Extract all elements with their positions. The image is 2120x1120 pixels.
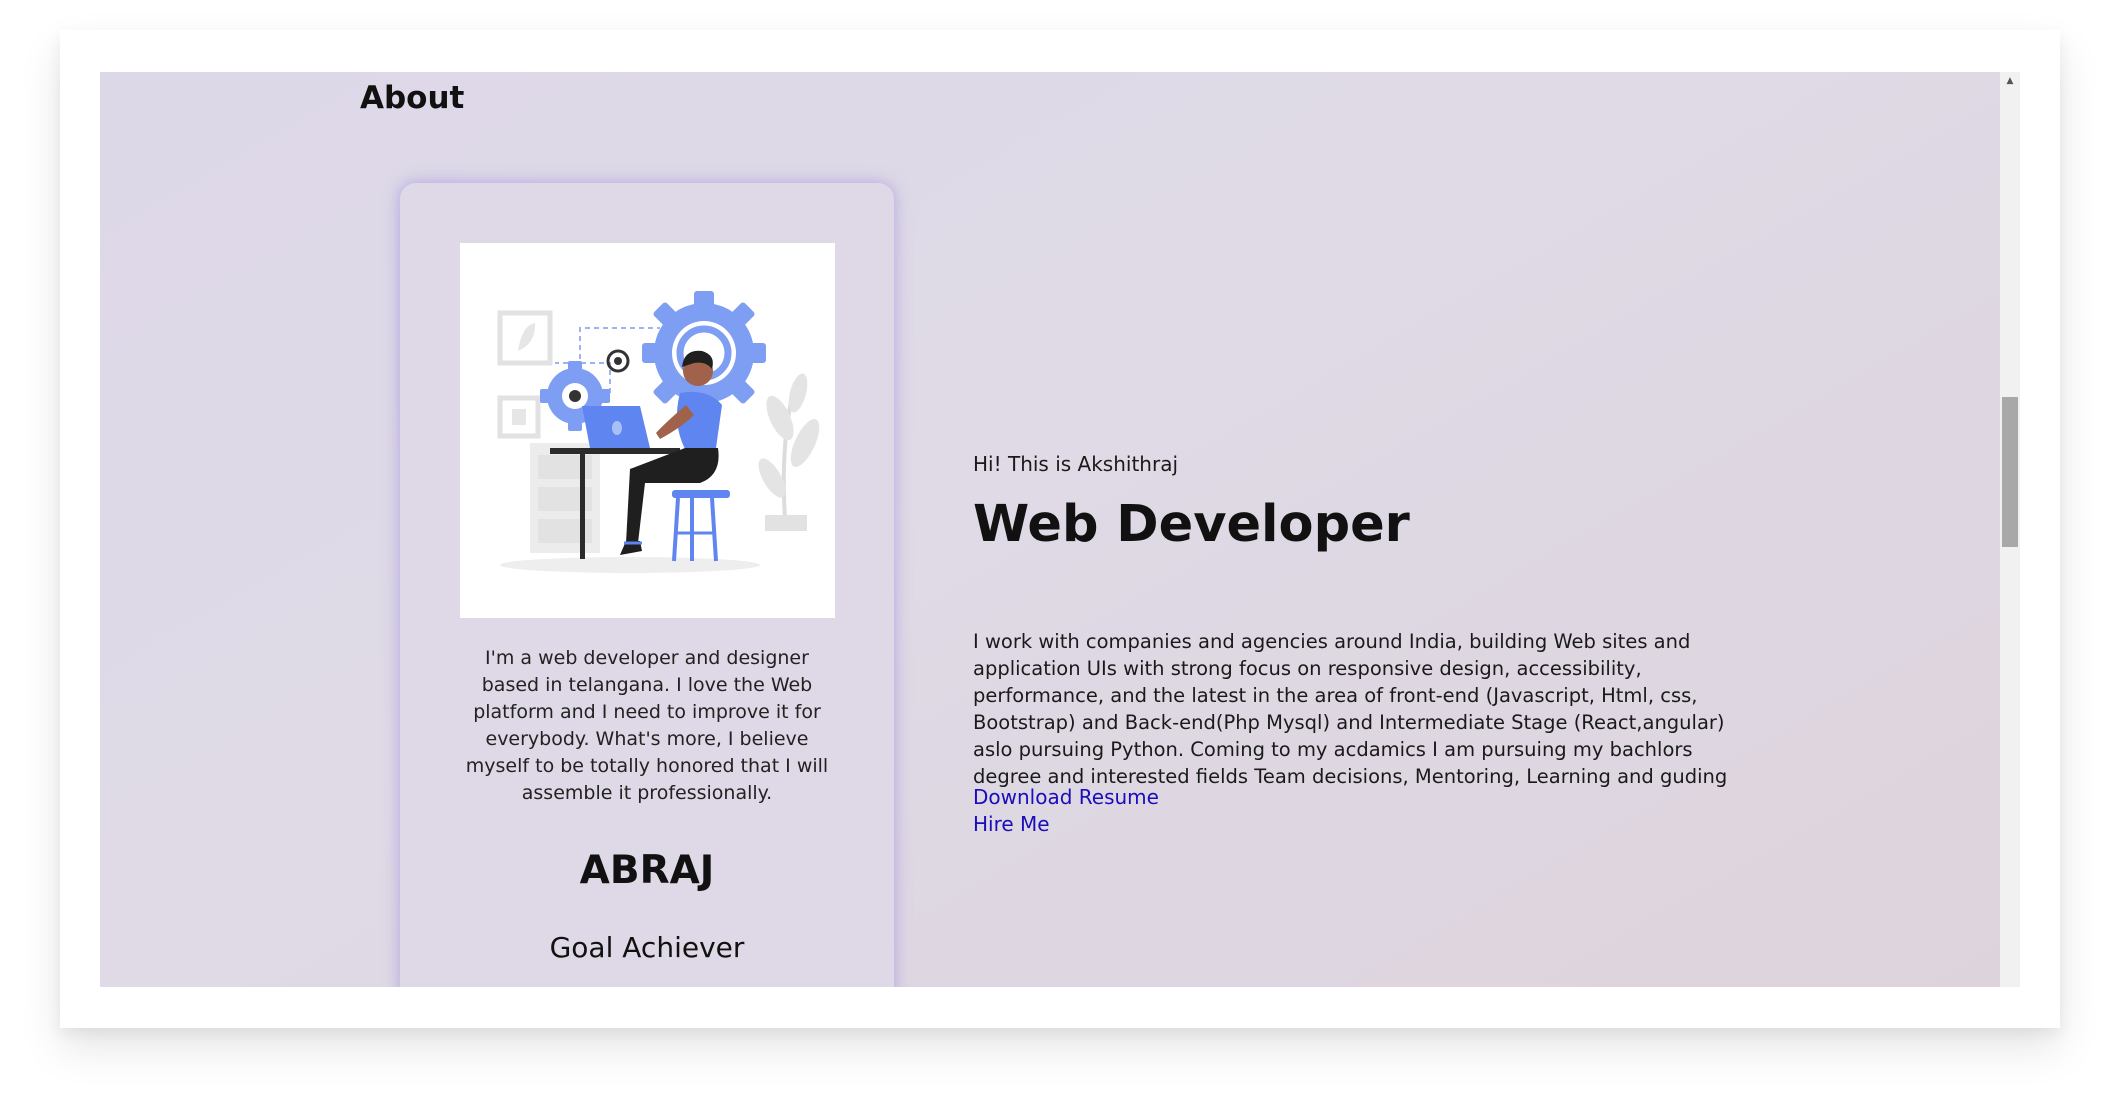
browser-window: About I'm a web developer and designer b… (60, 30, 2060, 1028)
vertical-scrollbar[interactable]: ▲ (2000, 72, 2020, 987)
card-role: Goal Achiever (549, 931, 745, 964)
profile-illustration (460, 243, 835, 618)
profile-card: I'm a web developer and designer based i… (400, 183, 894, 987)
scroll-up-arrow-icon[interactable]: ▲ (2000, 72, 2020, 90)
page-viewport: About I'm a web developer and designer b… (100, 72, 2000, 987)
download-resume-link[interactable]: Download Resume (973, 785, 1159, 809)
headline: Web Developer (973, 495, 1410, 554)
card-bio-text: I'm a web developer and designer based i… (465, 647, 829, 804)
scrollbar-thumb[interactable] (2002, 397, 2018, 547)
about-description: I work with companies and agencies aroun… (973, 630, 1728, 788)
section-title: About (360, 80, 465, 116)
card-name: ABRAJ (579, 848, 715, 893)
hire-me-link[interactable]: Hire Me (973, 812, 1050, 836)
greeting-text: Hi! This is Akshithraj (973, 452, 1178, 476)
